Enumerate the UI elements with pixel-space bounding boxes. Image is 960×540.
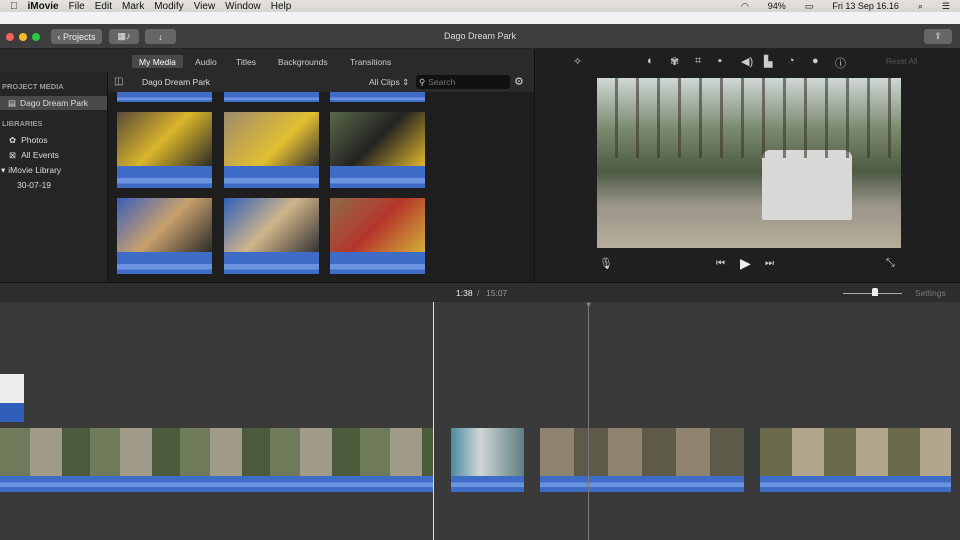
media-clip[interactable] (330, 92, 425, 102)
playhead[interactable] (433, 302, 434, 540)
desktop-background (0, 12, 960, 24)
spotlight-icon[interactable]: ⌕ (918, 1, 923, 12)
total-time: 15:07 (486, 288, 508, 298)
menu-file[interactable]: File (69, 1, 85, 12)
timeline-settings-button[interactable]: Settings (915, 288, 946, 298)
stabilization-camera-icon[interactable]: ▪ (718, 55, 722, 67)
crop-icon[interactable]: ⌗ (695, 55, 701, 68)
sidebar-item-imovie-library[interactable]: ▾ iMovie Library (0, 163, 107, 177)
media-clip[interactable] (117, 112, 212, 188)
equalizer-icon[interactable]: ▙ (764, 55, 772, 68)
media-browser: ◫ Dago Dream Park All Clips ⇕ ⚲ Search ⚙ (108, 72, 534, 282)
share-button[interactable]: ⇪ (924, 29, 952, 44)
window-title: Dago Dream Park (443, 31, 517, 41)
media-clip[interactable] (330, 112, 425, 188)
media-clip[interactable] (117, 198, 212, 274)
battery-percent[interactable]: 94% (768, 1, 786, 11)
sidebar-item-project[interactable]: ▤ Dago Dream Park (0, 96, 107, 110)
timeline-clip[interactable] (540, 428, 744, 492)
search-input[interactable]: ⚲ Search (416, 75, 510, 89)
timeline: ▼ (0, 302, 960, 540)
media-clip[interactable] (117, 92, 212, 102)
menu-help[interactable]: Help (271, 1, 292, 12)
browser-settings-icon[interactable]: ⚙ (514, 75, 524, 88)
star-box-icon: ⊠ (9, 149, 17, 160)
media-clip[interactable] (330, 198, 425, 274)
skip-forward-icon[interactable]: ⏭︎ (765, 258, 774, 269)
menu-modify[interactable]: Modify (154, 1, 183, 12)
media-clip[interactable] (224, 112, 319, 188)
media-clip[interactable] (224, 198, 319, 274)
project-media-header: PROJECT MEDIA (2, 82, 64, 91)
disclosure-triangle-icon[interactable]: ▾ (1, 165, 5, 176)
color-palette-icon[interactable]: ✾ (670, 55, 679, 68)
clip-filter-icon[interactable]: ● (812, 55, 819, 67)
menu-edit[interactable]: Edit (95, 1, 112, 12)
current-time: 1:38 (456, 288, 473, 298)
tab-audio[interactable]: Audio (188, 55, 224, 68)
vehicle-shape (762, 150, 852, 220)
magic-wand-icon[interactable]: ✧ (573, 55, 582, 68)
wifi-icon[interactable]: ◠ (741, 1, 749, 12)
time-separator: / (477, 288, 480, 298)
sidebar-item-event[interactable]: 30-07-19 (0, 178, 107, 192)
clips-filter-dropdown[interactable]: All Clips ⇕ (369, 77, 409, 88)
sidebar-item-photos[interactable]: ✿ Photos (0, 133, 107, 147)
battery-icon[interactable]: ▭ (805, 1, 814, 12)
timeline-clip[interactable] (451, 428, 524, 492)
zoom-slider-thumb[interactable] (872, 288, 879, 296)
browser-tabs: My Media Audio Titles Backgrounds Transi… (0, 49, 534, 72)
video-preview (597, 78, 901, 248)
tab-backgrounds[interactable]: Backgrounds (271, 55, 335, 68)
title-bar: ‹ Projects ▦♪ ↓ Dago Dream Park ⇪ (0, 24, 960, 49)
menu-bar:  iMovie File Edit Mark Modify View Wind… (0, 0, 960, 12)
libraries-sidebar: PROJECT MEDIA ▤ Dago Dream Park LIBRARIES… (0, 72, 108, 282)
skimmer (588, 302, 589, 540)
skip-back-icon[interactable]: ⏮︎ (716, 258, 725, 269)
tab-my-media[interactable]: My Media (132, 55, 183, 68)
share-icon: ⇪ (934, 31, 942, 41)
trees-shape (597, 78, 901, 158)
timeline-clip[interactable] (0, 428, 434, 492)
menu-window[interactable]: Window (225, 1, 261, 12)
menu-view[interactable]: View (194, 1, 216, 12)
microphone-icon[interactable]: 🎙︎ (599, 257, 613, 270)
reset-all-button[interactable]: Reset All (886, 57, 918, 66)
notification-center-icon[interactable]: ☰ (942, 1, 950, 12)
title-clip[interactable] (0, 374, 24, 422)
browser-title: Dago Dream Park (142, 77, 211, 87)
viewer: ✧ ◐ ✾ ⌗ ▪ ◀) ▙ ◔ ● ⓘ Reset All 🎙︎ ⏮︎ ▶ ⏭… (534, 49, 960, 282)
libraries-header: LIBRARIES (2, 119, 43, 128)
clapper-icon: ▤ (8, 97, 17, 108)
timeline-header: 1:38 / 15:07 Settings (0, 282, 960, 302)
tab-titles[interactable]: Titles (229, 55, 263, 68)
clock[interactable]: Fri 13 Sep 16.16 (832, 1, 899, 11)
menu-mark[interactable]: Mark (122, 1, 144, 12)
browser-header: ◫ Dago Dream Park All Clips ⇕ ⚲ Search ⚙ (108, 72, 534, 92)
skimmer-marker-icon: ▼ (585, 302, 592, 309)
color-balance-icon[interactable]: ◐ (647, 55, 654, 67)
sidebar-item-all-events[interactable]: ⊠ All Events (0, 148, 107, 162)
media-clip[interactable] (224, 92, 319, 102)
info-icon[interactable]: ⓘ (835, 55, 846, 71)
tab-transitions[interactable]: Transitions (343, 55, 398, 68)
sidebar-toggle-icon[interactable]: ◫ (114, 76, 123, 87)
play-icon[interactable]: ▶ (740, 255, 751, 272)
timeline-clip[interactable] (760, 428, 951, 492)
speed-gauge-icon[interactable]: ◔ (788, 55, 795, 67)
volume-icon[interactable]: ◀) (741, 55, 753, 68)
menu-app[interactable]: iMovie (28, 1, 59, 12)
photos-icon: ✿ (9, 134, 17, 145)
search-icon: ⚲ (419, 76, 426, 87)
apple-icon[interactable]:  (10, 1, 18, 12)
fullscreen-icon[interactable]: ⤡ (886, 257, 895, 270)
